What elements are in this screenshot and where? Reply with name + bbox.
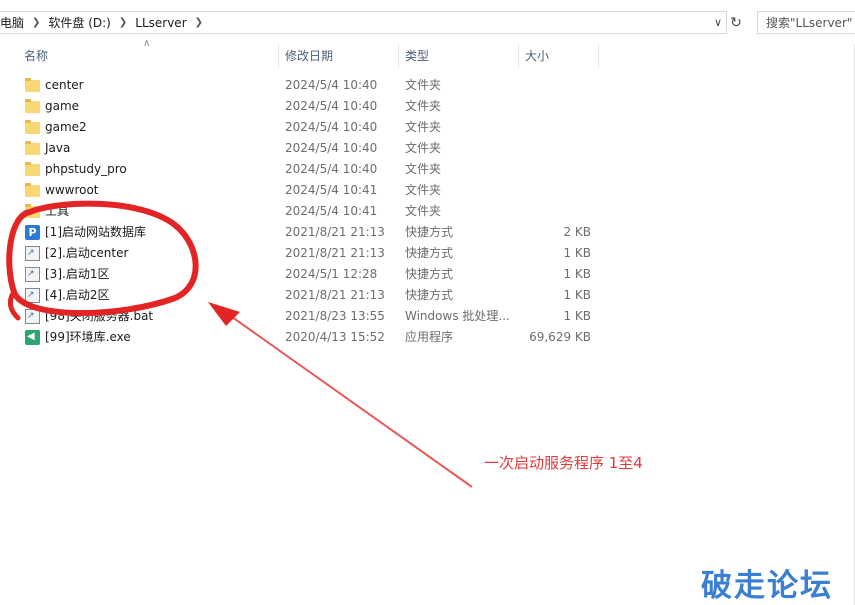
- file-type: 文件夹: [405, 183, 442, 197]
- file-date: 2024/5/4 10:40: [285, 141, 378, 155]
- file-date: 2021/8/23 13:55: [285, 309, 385, 323]
- list-item[interactable]: P [1]启动网站数据库 2021/8/21 21:13 快捷方式 2 KB: [0, 222, 620, 243]
- file-size: 1 KB: [563, 267, 591, 281]
- folder-icon: [25, 120, 40, 135]
- file-date: 2024/5/4 10:40: [285, 120, 378, 134]
- file-date: 2024/5/4 10:41: [285, 204, 378, 218]
- column-header-type[interactable]: 类型: [399, 44, 519, 68]
- list-item[interactable]: [3].启动1区 2024/5/1 12:28 快捷方式 1 KB: [0, 264, 620, 285]
- executable-icon: [25, 326, 40, 347]
- chevron-down-icon[interactable]: ∨: [714, 16, 722, 29]
- list-item[interactable]: [2].启动center 2021/8/21 21:13 快捷方式 1 KB: [0, 243, 620, 264]
- list-item[interactable]: game2 2024/5/4 10:40 文件夹: [0, 117, 620, 138]
- column-header-size[interactable]: 大小: [519, 44, 599, 68]
- folder-icon: [25, 162, 40, 177]
- file-date: 2024/5/4 10:40: [285, 99, 378, 113]
- list-item[interactable]: center 2024/5/4 10:40 文件夹: [0, 75, 620, 96]
- file-date: 2020/4/13 15:52: [285, 330, 385, 344]
- list-item[interactable]: [99]环境库.exe 2020/4/13 15:52 应用程序 69,629 …: [0, 326, 620, 348]
- file-date: 2021/8/21 21:13: [285, 288, 385, 302]
- chevron-right-icon[interactable]: ❯: [119, 17, 127, 28]
- breadcrumb-drive-d[interactable]: 软件盘 (D:): [48, 14, 110, 31]
- folder-icon: [25, 204, 40, 219]
- file-date: 2021/8/21 21:13: [285, 246, 385, 260]
- file-date: 2024/5/1 12:28: [285, 267, 378, 281]
- column-header-date[interactable]: 修改日期: [279, 44, 399, 68]
- shortcut-icon: [25, 264, 40, 285]
- file-name: [3].启动1区: [45, 267, 110, 281]
- search-input[interactable]: 搜索"LLserver": [757, 11, 855, 34]
- file-date: 2024/5/4 10:40: [285, 162, 378, 176]
- file-name: wwwroot: [45, 183, 99, 197]
- chevron-right-icon[interactable]: ❯: [32, 17, 40, 28]
- column-header-name[interactable]: 名称: [18, 44, 279, 68]
- file-name: Java: [45, 141, 71, 155]
- folder-icon: [25, 78, 40, 93]
- address-bar[interactable]: 此电脑 ❯ 软件盘 (D:) ❯ LLserver ❯ ∨: [0, 11, 727, 34]
- file-type: 文件夹: [405, 162, 442, 176]
- file-type: Windows 批处理...: [405, 309, 510, 323]
- file-date: 2024/5/4 10:40: [285, 78, 378, 92]
- list-item[interactable]: phpstudy_pro 2024/5/4 10:40 文件夹: [0, 159, 620, 180]
- breadcrumb-llserver[interactable]: LLserver: [135, 16, 186, 30]
- file-type: 文件夹: [405, 99, 442, 113]
- file-name: game2: [45, 120, 87, 134]
- file-type: 文件夹: [405, 141, 442, 155]
- breadcrumb-this-pc[interactable]: 此电脑: [0, 14, 24, 31]
- file-name: [4].启动2区: [45, 288, 110, 302]
- file-name: [1]启动网站数据库: [45, 225, 146, 239]
- file-date: 2021/8/21 21:13: [285, 225, 385, 239]
- list-item[interactable]: [98]关闭服务器.bat 2021/8/23 13:55 Windows 批处…: [0, 306, 620, 327]
- file-name: [2].启动center: [45, 246, 129, 260]
- file-type: 快捷方式: [405, 288, 454, 302]
- file-type: 文件夹: [405, 78, 442, 92]
- folder-icon: [25, 99, 40, 114]
- file-type: 快捷方式: [405, 267, 454, 281]
- shortcut-icon: [25, 285, 40, 306]
- list-item[interactable]: Java 2024/5/4 10:40 文件夹: [0, 138, 620, 159]
- file-date: 2024/5/4 10:41: [285, 183, 378, 197]
- file-type: 文件夹: [405, 120, 442, 134]
- address-bar-row: 此电脑 ❯ 软件盘 (D:) ❯ LLserver ❯ ∨ ↻ 搜索"LLser…: [0, 0, 855, 44]
- phpstudy-icon: P: [25, 225, 40, 240]
- file-name: [99]环境库.exe: [45, 330, 131, 344]
- file-size: 69,629 KB: [529, 330, 591, 344]
- file-type: 应用程序: [405, 330, 454, 344]
- file-name: game: [45, 99, 80, 113]
- file-type: 快捷方式: [405, 246, 454, 260]
- file-name: phpstudy_pro: [45, 162, 127, 176]
- file-size: 2 KB: [563, 225, 591, 239]
- file-type: 快捷方式: [405, 225, 454, 239]
- refresh-icon[interactable]: ↻: [727, 11, 745, 34]
- batch-file-icon: [25, 306, 40, 327]
- file-size: 1 KB: [563, 288, 591, 302]
- shortcut-icon: [25, 243, 40, 264]
- file-type: 文件夹: [405, 204, 442, 218]
- folder-icon: [25, 183, 40, 198]
- list-item[interactable]: [4].启动2区 2021/8/21 21:13 快捷方式 1 KB: [0, 285, 620, 306]
- annotation-label: 一次启动服务程序 1至4: [484, 454, 643, 472]
- folder-icon: [25, 141, 40, 156]
- list-item[interactable]: wwwroot 2024/5/4 10:41 文件夹: [0, 180, 620, 201]
- file-name: center: [45, 78, 84, 92]
- list-item[interactable]: game 2024/5/4 10:40 文件夹: [0, 96, 620, 117]
- list-item[interactable]: 工具 2024/5/4 10:41 文件夹: [0, 201, 620, 222]
- column-header-row: ∧ 名称 修改日期 类型 大小: [0, 38, 600, 68]
- file-name: [98]关闭服务器.bat: [45, 309, 154, 323]
- chevron-right-icon[interactable]: ❯: [195, 17, 203, 28]
- file-size: 1 KB: [563, 309, 591, 323]
- watermark: 破走论坛: [701, 568, 833, 604]
- file-size: 1 KB: [563, 246, 591, 260]
- file-name: 工具: [45, 204, 70, 218]
